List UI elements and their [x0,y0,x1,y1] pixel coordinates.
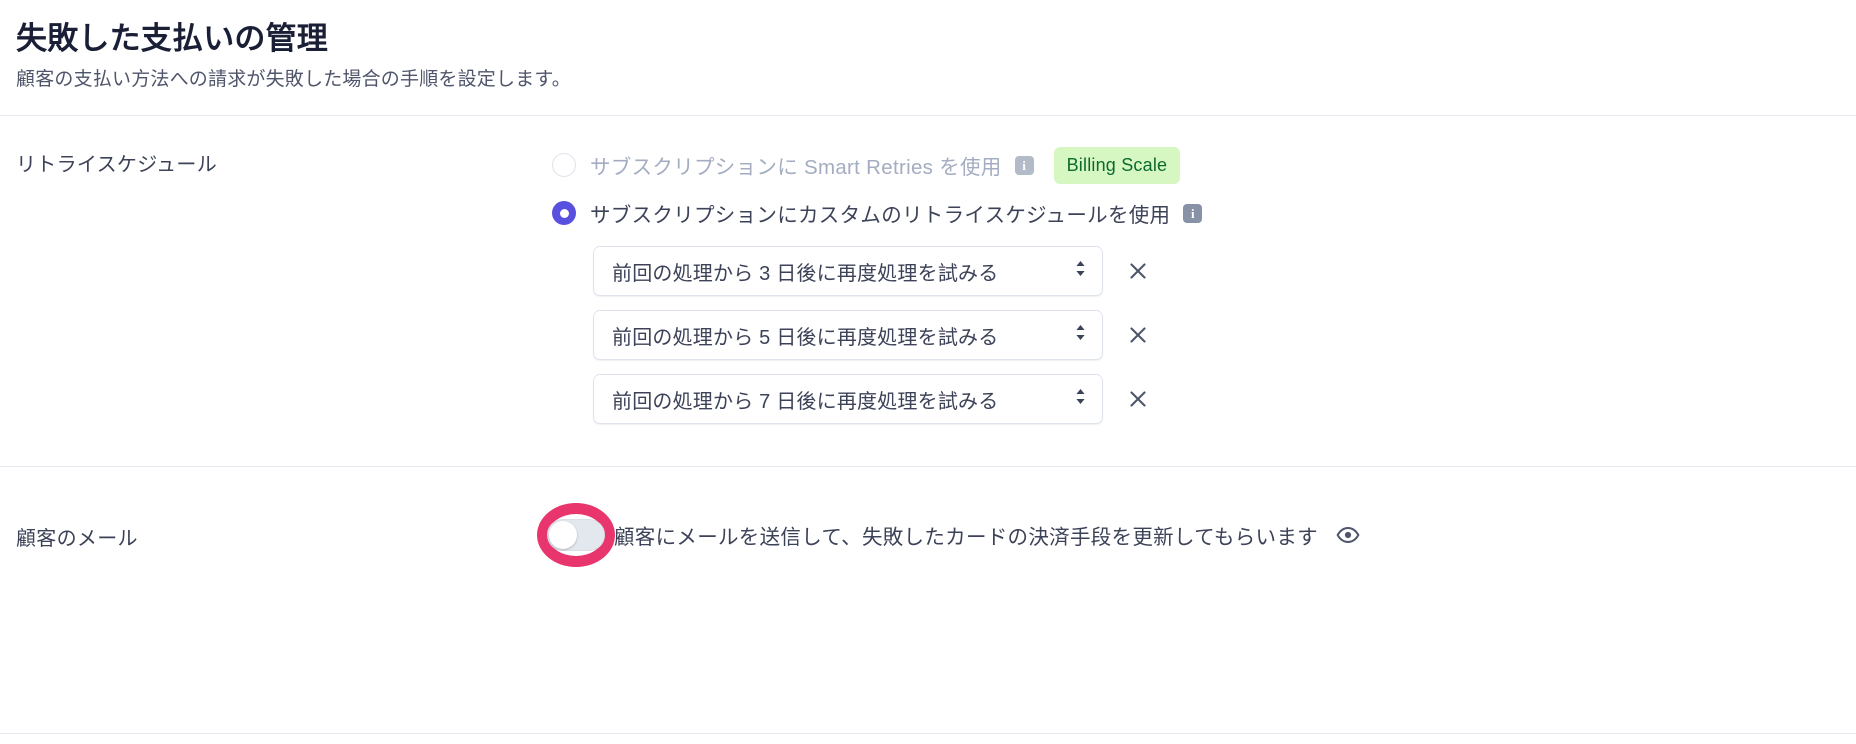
retry-schedule-body: サブスクリプションに Smart Retries を使用 i Billing S… [552,146,1856,438]
page-title: 失敗した支払いの管理 [16,21,328,56]
retry-schedule-section: リトライスケジュール サブスクリプションに Smart Retries を使用 … [0,116,1856,438]
radio-custom-schedule[interactable] [552,201,576,226]
info-icon[interactable]: i [1183,203,1203,223]
schedule-select-value: 前回の処理から 5 日後に再度処理を試みる [612,326,999,349]
close-icon [1130,263,1146,279]
toggle-knob [549,521,577,550]
failed-payments-settings-page: 失敗した支払いの管理 顧客の支払い方法への請求が失敗した場合の手順を設定します。… [0,0,1856,744]
chevron-up-down-icon [1074,387,1087,411]
radio-option-custom-schedule[interactable]: サブスクリプションにカスタムのリトライスケジュールを使用 i [552,194,1856,232]
customer-email-body: 顧客にメールを送信して、失敗したカードの決済手段を更新してもらいます [537,503,1360,568]
eye-icon[interactable] [1336,527,1360,544]
customer-email-toggle-label: 顧客にメールを送信して、失敗したカードの決済手段を更新してもらいます [614,526,1318,550]
customer-email-section: 顧客のメール 顧客にメールを送信して、失敗したカードの決済手段を更新してもらいま… [0,503,1856,568]
schedule-select-value: 前回の処理から 3 日後に再度処理を試みる [612,262,999,285]
info-icon[interactable]: i [1014,155,1034,175]
close-icon [1130,327,1146,343]
close-icon [1130,391,1146,407]
divider-middle [0,466,1856,468]
schedule-row: 前回の処理から 3 日後に再度処理を試みる [552,246,1856,297]
chevron-up-down-icon [1074,323,1087,347]
remove-schedule-button-2[interactable] [1125,322,1151,348]
radio-label-custom-schedule: サブスクリプションにカスタムのリトライスケジュールを使用 [590,204,1171,228]
customer-email-label: 顧客のメール [16,527,138,550]
remove-schedule-button-3[interactable] [1125,386,1151,412]
page-header: 失敗した支払いの管理 顧客の支払い方法への請求が失敗した場合の手順を設定します。 [0,0,1856,94]
radio-smart-retries[interactable] [552,153,576,178]
page-subtitle: 顧客の支払い方法への請求が失敗した場合の手順を設定します。 [16,68,571,90]
schedule-select-1[interactable]: 前回の処理から 3 日後に再度処理を試みる [593,246,1103,297]
status-badge-billing-scale: Billing Scale [1053,146,1181,184]
remove-schedule-button-1[interactable] [1125,258,1151,284]
schedule-row: 前回の処理から 5 日後に再度処理を試みる [552,310,1856,361]
schedule-row: 前回の処理から 7 日後に再度処理を試みる [552,374,1856,425]
radio-option-smart-retries[interactable]: サブスクリプションに Smart Retries を使用 i Billing S… [552,146,1856,184]
schedule-list: 前回の処理から 3 日後に再度処理を試みる 前回の処理から 5 日後に再度処理を… [552,246,1856,425]
divider-bottom [0,733,1856,734]
toggle-highlight-wrapper [537,503,615,568]
schedule-select-2[interactable]: 前回の処理から 5 日後に再度処理を試みる [593,310,1103,361]
schedule-select-value: 前回の処理から 7 日後に再度処理を試みる [612,390,999,413]
chevron-up-down-icon [1074,259,1087,283]
radio-label-smart-retries: サブスクリプションに Smart Retries を使用 [590,156,1002,180]
customer-email-toggle[interactable] [547,519,605,552]
schedule-select-3[interactable]: 前回の処理から 7 日後に再度処理を試みる [593,374,1103,425]
retry-schedule-label: リトライスケジュール [16,154,217,177]
